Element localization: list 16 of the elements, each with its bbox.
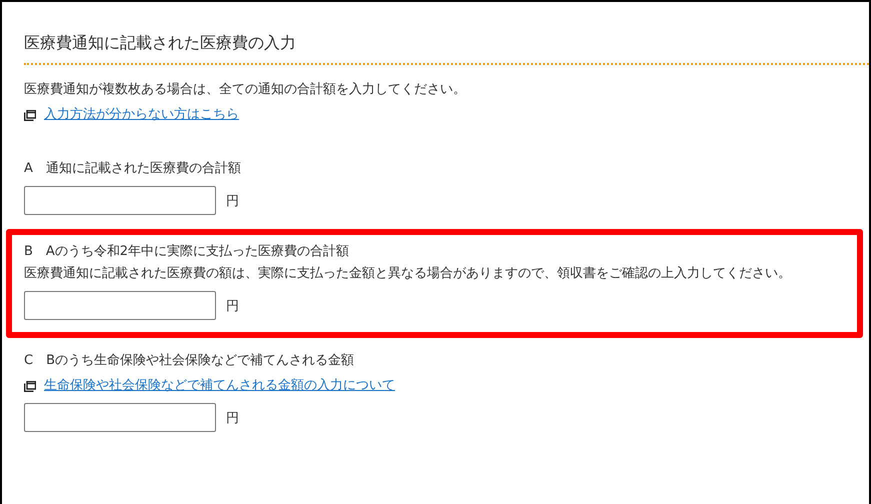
- instruction-text: 医療費通知が複数枚ある場合は、全ての通知の合計額を入力してください。: [24, 81, 467, 99]
- new-window-icon: [24, 110, 36, 120]
- field-label: C Bのうち生命保険や社会保険などで補てんされる金額: [24, 352, 355, 370]
- help-link[interactable]: 入力方法が分からない方はこちら: [44, 106, 239, 124]
- section-title: 医療費通知に記載された医療費の入力: [24, 32, 297, 54]
- field-label: A 通知に記載された医療費の合計額: [24, 160, 242, 178]
- unit-label: 円: [226, 192, 239, 210]
- amount-field[interactable]: [24, 291, 216, 320]
- amount-field[interactable]: [24, 186, 216, 215]
- amount-field[interactable]: [24, 403, 216, 432]
- help-link[interactable]: 生命保険や社会保険などで補てんされる金額の入力について: [44, 377, 395, 395]
- unit-label: 円: [226, 410, 239, 426]
- unit-label: 円: [226, 298, 239, 314]
- note-text: 医療費通知に記載された医療費の額は、実際に支払った金額と異なる場合がありますので、領収書をご確認の上入力してください。: [24, 265, 792, 283]
- new-window-icon: [24, 380, 36, 392]
- field-label: B Aのうち令和2年中に実際に支払った医療費の合計額: [24, 243, 350, 261]
